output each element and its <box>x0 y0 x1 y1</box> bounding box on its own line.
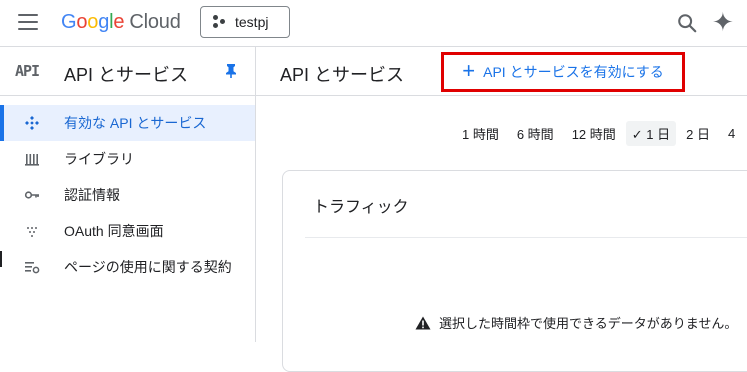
sidebar-item-label: ライブラリ <box>64 151 134 167</box>
pin-icon[interactable] <box>224 63 238 79</box>
divider <box>305 237 747 238</box>
sidebar-nav: 有効な API とサービス ライブラリ 認証情報 OAuth 同意画面 ページの… <box>0 96 255 285</box>
gemini-sparkle-icon[interactable]: ✦ <box>712 9 734 35</box>
sidebar-item-enabled-apis[interactable]: 有効な API とサービス <box>0 105 255 141</box>
time-range-selector: 1 時間 6 時間 12 時間 ✓ 1 日 2 日 4 <box>462 120 747 146</box>
sidebar: API API とサービス 有効な API とサービス ライブラリ 認証情報 O… <box>0 47 256 342</box>
sidebar-item-label: 認証情報 <box>64 187 120 203</box>
search-icon[interactable] <box>676 12 698 34</box>
top-bar: Google Cloud testpj ✦ <box>0 0 747 47</box>
warning-icon <box>415 316 431 329</box>
sidebar-item-label: ページの使用に関する契約 <box>64 259 232 275</box>
page-header: API とサービス + API とサービスを有効にする <box>256 47 747 96</box>
project-icon <box>213 14 229 30</box>
check-icon: ✓ <box>631 126 643 142</box>
sidebar-title: API とサービス <box>64 65 189 85</box>
main-menu-icon[interactable] <box>18 14 38 30</box>
page-usage-agreement-icon <box>25 262 40 274</box>
sidebar-item-library[interactable]: ライブラリ <box>0 141 255 177</box>
sidebar-item-oauth-consent[interactable]: OAuth 同意画面 <box>0 213 255 249</box>
sidebar-item-label: OAuth 同意画面 <box>64 223 164 239</box>
google-cloud-logo[interactable]: Google Cloud <box>61 11 181 34</box>
sidebar-item-page-usage-agreements[interactable]: ページの使用に関する契約 <box>0 249 255 285</box>
no-data-message: 選択した時間枠で使用できるデータがありません。 <box>439 316 738 331</box>
time-range-6h[interactable]: 6 時間 <box>517 124 554 143</box>
enable-apis-label: API とサービスを有効にする <box>483 64 664 80</box>
sidebar-item-credentials[interactable]: 認証情報 <box>0 177 255 213</box>
sidebar-item-label: 有効な API とサービス <box>64 115 207 131</box>
api-diamond-icon <box>25 116 39 130</box>
sidebar-header: API API とサービス <box>0 47 255 96</box>
time-range-4d[interactable]: 4 <box>728 126 735 141</box>
edge-marker <box>0 251 2 267</box>
time-range-1h[interactable]: 1 時間 <box>462 124 499 143</box>
key-icon <box>24 191 39 199</box>
api-logo-icon: API <box>15 62 40 80</box>
enable-apis-button[interactable]: + API とサービスを有効にする <box>441 52 685 92</box>
time-range-2d[interactable]: 2 日 <box>686 124 710 143</box>
time-range-12h[interactable]: 12 時間 <box>572 124 616 143</box>
oauth-consent-icon <box>27 227 37 237</box>
project-name: testpj <box>235 14 269 30</box>
time-range-label: 1 日 <box>646 126 671 142</box>
project-picker-button[interactable]: testpj <box>200 6 290 38</box>
time-range-1d[interactable]: ✓ 1 日 <box>625 120 677 146</box>
library-icon <box>25 154 39 166</box>
page-title: API とサービス <box>280 65 405 85</box>
card-title: トラフィック <box>313 199 409 216</box>
plus-icon: + <box>462 58 476 83</box>
no-data-warning: 選択した時間枠で使用できるデータがありません。 <box>415 313 737 332</box>
